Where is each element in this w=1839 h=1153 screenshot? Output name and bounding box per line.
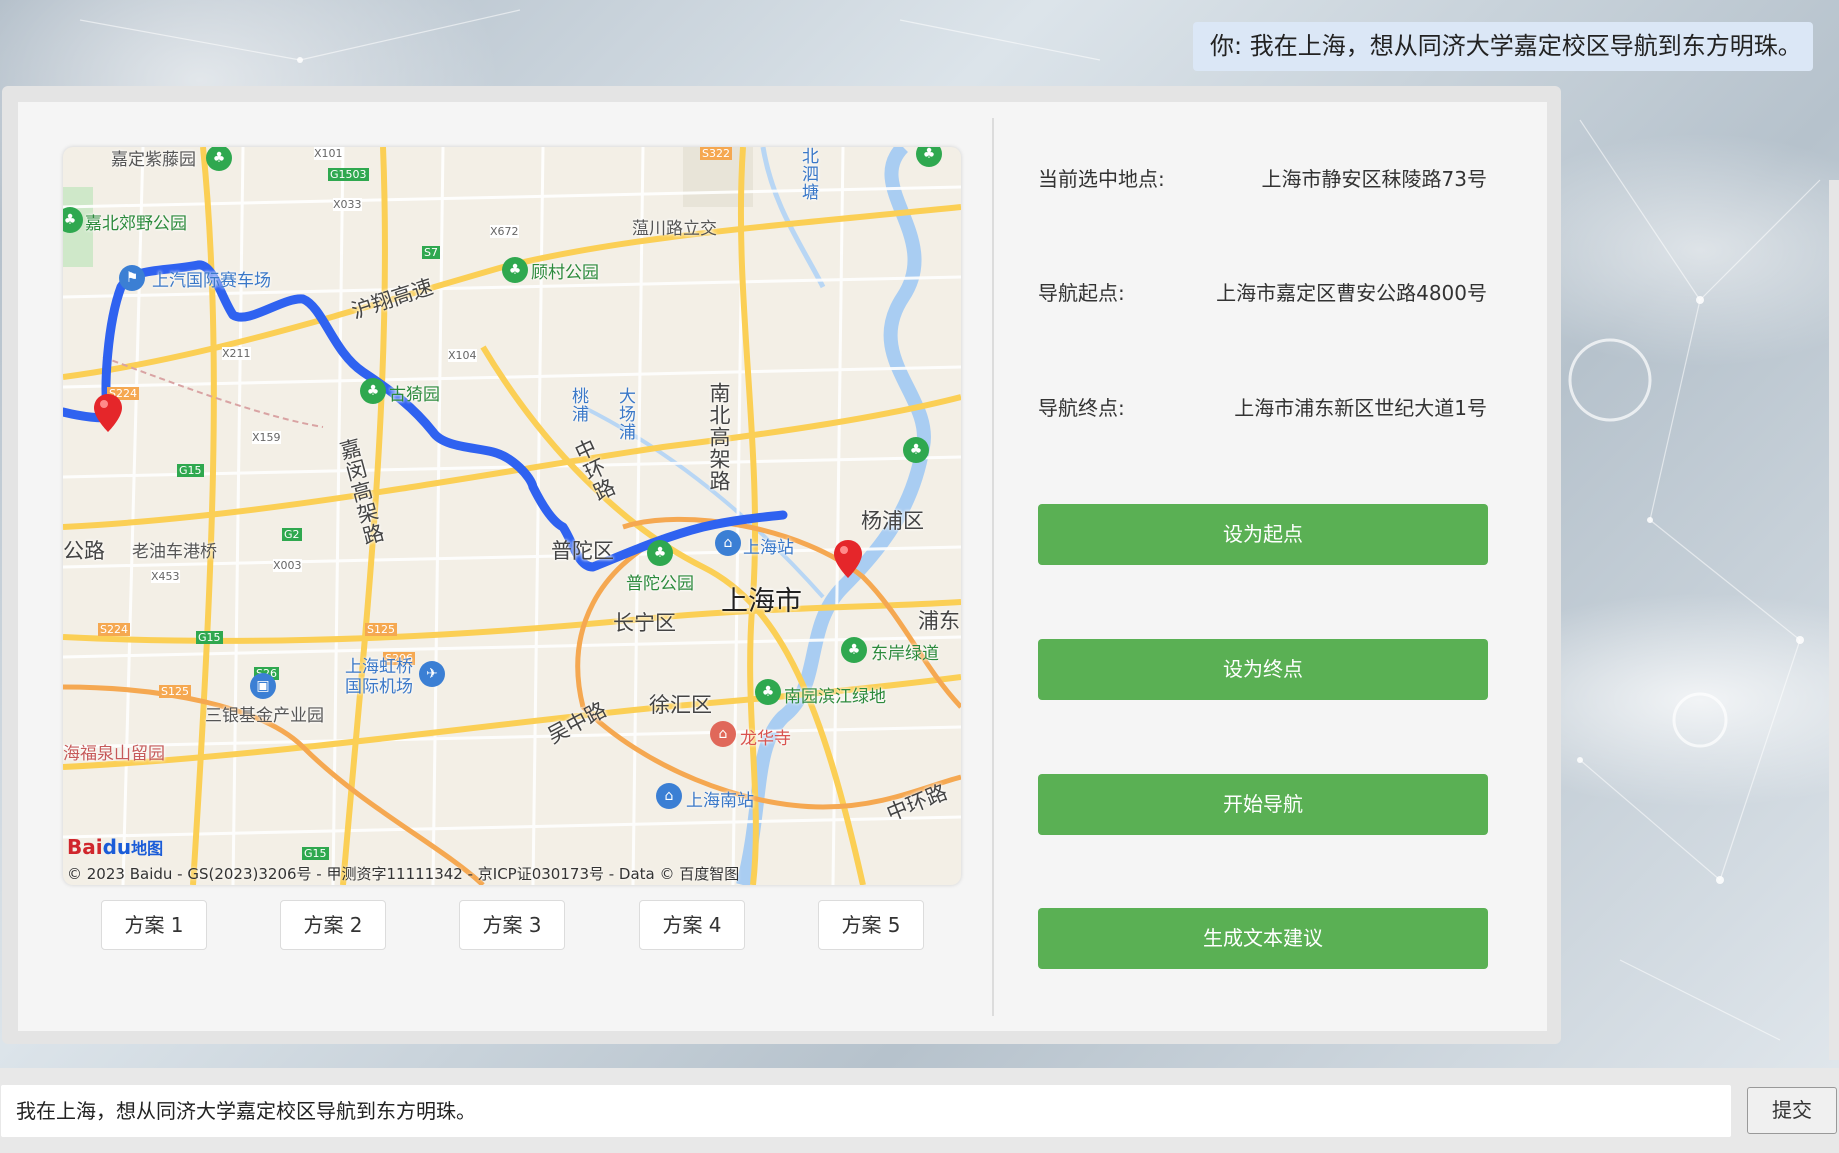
map-label-guyiyuan: 古猗园: [389, 385, 440, 405]
temple-icon: ⌂: [710, 721, 736, 747]
park-icon: ♣: [502, 257, 528, 283]
map-view[interactable]: X101 G1503 X033 X672 S7 X211 X104 S224 X…: [63, 147, 961, 885]
plan-5-button[interactable]: 方案 5: [818, 900, 924, 950]
baidu-logo: Baidu地图: [67, 835, 163, 859]
map-label-gucun-park: 顾村公园: [531, 263, 599, 283]
baidu-logo-part: Bai: [67, 835, 103, 859]
nav-start-label: 导航起点:: [1038, 281, 1125, 305]
road-shield: X101: [314, 147, 343, 160]
road-shield: G1503: [328, 168, 369, 181]
train-station-icon: ⌂: [656, 783, 682, 809]
map-label-nanyuan-greenland: 南园滨江绿地: [784, 687, 886, 707]
map-label-dachangpu: 大场浦: [615, 387, 635, 441]
map-label-pudong: 浦东: [918, 609, 960, 633]
page-scrollbar[interactable]: [1829, 180, 1839, 1060]
park-icon: ♣: [647, 540, 673, 566]
road-shield: G2: [282, 528, 302, 541]
end-marker-icon[interactable]: [834, 540, 862, 578]
baidu-logo-part: du: [102, 835, 132, 859]
nav-start-value: 上海市嘉定区曹安公路4800号: [1216, 281, 1487, 305]
vertical-divider: [992, 118, 994, 1016]
navigation-panel-inner: X101 G1503 X033 X672 S7 X211 X104 S224 X…: [18, 102, 1547, 1031]
map-label-taopu: 桃浦: [568, 387, 588, 423]
office-icon: ▣: [250, 673, 276, 699]
plan-1-button[interactable]: 方案 1: [101, 900, 207, 950]
map-label-sanyin: 三银基金产业园: [205, 706, 324, 726]
set-end-button[interactable]: 设为终点: [1038, 639, 1488, 700]
map-label-jiabei-park: 嘉北郊野公园: [85, 214, 187, 234]
road-shield: X104: [448, 349, 477, 362]
road-shield: X211: [222, 347, 251, 360]
road-shield: G15: [177, 464, 204, 477]
map-label-putuo-park: 普陀公园: [626, 574, 694, 594]
road-shield: X003: [273, 559, 302, 572]
map-label-circuit: 上汽国际赛车场: [152, 271, 271, 291]
map-label-yunchuan-interchange: 蕰川路立交: [632, 219, 717, 239]
chat-input[interactable]: [1, 1085, 1731, 1137]
map-label-changning: 长宁区: [613, 611, 676, 635]
park-icon: ♣: [903, 437, 929, 463]
baidu-logo-part: 地图: [131, 839, 164, 858]
road-shield: X453: [151, 570, 180, 583]
navigation-panel: X101 G1503 X033 X672 S7 X211 X104 S224 X…: [2, 86, 1561, 1044]
selected-location-value: 上海市静安区秣陵路73号: [1261, 167, 1487, 191]
road-shield: G15: [196, 631, 223, 644]
road-shield: G15: [302, 847, 329, 860]
park-icon: ♣: [841, 637, 867, 663]
map-label-beisitang: 北泗塘: [798, 147, 818, 201]
road-shield: S125: [365, 623, 397, 636]
map-label-laoyou-bridge: 老油车港桥: [132, 542, 217, 562]
nav-end-label: 导航终点:: [1038, 396, 1125, 420]
map-label-shanghai-south: 上海南站: [686, 791, 754, 811]
map-label-dongan-greenway: 东岸绿道: [871, 644, 939, 664]
map-label-hongqiao-airport: 上海虹桥国际机场: [345, 657, 413, 697]
road-shield: S224: [98, 623, 130, 636]
map-label-shanghai-city: 上海市: [721, 586, 802, 617]
park-icon: ♣: [755, 679, 781, 705]
road-shield: S7: [422, 246, 440, 259]
set-start-button[interactable]: 设为起点: [1038, 504, 1488, 565]
park-icon: ♣: [360, 378, 386, 404]
generate-text-suggestion-button[interactable]: 生成文本建议: [1038, 908, 1488, 969]
road-shield: S125: [159, 685, 191, 698]
map-label-fuquanshan: 海福泉山留园: [63, 744, 165, 764]
map-label-gonglu: 公路: [63, 539, 105, 563]
map-label-jiading-zitengyuan: 嘉定紫藤园: [111, 150, 196, 170]
road-shield: X672: [490, 225, 519, 238]
train-station-icon: ⌂: [715, 530, 741, 556]
user-message-bubble: 你: 我在上海，想从同济大学嘉定校区导航到东方明珠。: [1193, 22, 1813, 71]
road-shield: X033: [333, 198, 362, 211]
map-label-longhua-temple: 龙华寺: [740, 729, 791, 749]
plan-2-button[interactable]: 方案 2: [280, 900, 386, 950]
plan-4-button[interactable]: 方案 4: [639, 900, 745, 950]
submit-button[interactable]: 提交: [1747, 1087, 1837, 1134]
map-label-putuo: 普陀区: [551, 539, 614, 563]
start-navigation-button[interactable]: 开始导航: [1038, 774, 1488, 835]
map-label-shanghai-station: 上海站: [743, 538, 794, 558]
nav-end-value: 上海市浦东新区世纪大道1号: [1234, 396, 1487, 420]
stadium-icon: ⚑: [119, 265, 145, 291]
selected-location-label: 当前选中地点:: [1038, 167, 1165, 191]
map-copyright: © 2023 Baidu - GS(2023)3206号 - 甲测资字11111…: [67, 865, 740, 883]
road-shield: S322: [700, 147, 732, 160]
start-marker-icon[interactable]: [94, 394, 122, 432]
map-label-yangpu: 杨浦区: [861, 509, 924, 533]
road-shield: X159: [252, 431, 281, 444]
map-label-nanbei-elevated: 南北高架路: [707, 382, 731, 492]
airport-icon: ✈: [419, 661, 445, 687]
plan-3-button[interactable]: 方案 3: [459, 900, 565, 950]
map-label-xuhui: 徐汇区: [649, 693, 712, 717]
